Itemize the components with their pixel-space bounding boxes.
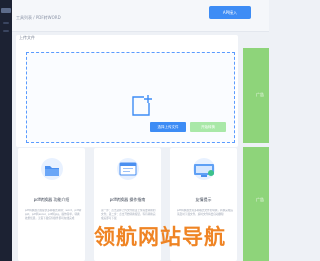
card-title: pdf转换器 功能介绍 <box>33 197 70 202</box>
sidebar-item[interactable] <box>3 30 9 32</box>
ad-banner-bottom[interactable]: 广告 <box>243 147 269 261</box>
ad-label: 广告 <box>256 197 264 202</box>
start-convert-button[interactable]: 开始转换 <box>190 122 226 132</box>
upload-title: 上传文件 <box>19 35 35 40</box>
sidebar-item[interactable] <box>3 22 9 24</box>
ad-label: 广告 <box>256 92 264 97</box>
feature-intro-card: pdf转换器 功能介绍 pdf转换器为您提供多种格式转换：word、pdf转pp… <box>18 148 85 261</box>
breadcrumb: 工具列表 / PDF转WORD <box>16 15 61 20</box>
card-title: 友情提示 <box>195 197 212 202</box>
site-watermark: 领航网站导航 <box>94 225 226 249</box>
logo <box>1 8 11 13</box>
browser-window-icon <box>117 158 139 180</box>
api-access-button[interactable]: API接入 <box>209 6 251 19</box>
card-title: pdf转换器 操作指南 <box>109 197 146 202</box>
add-file-icon <box>132 95 152 116</box>
header: 工具列表 / PDF转WORD API接入 <box>12 0 269 32</box>
folder-icon <box>41 158 63 180</box>
ad-banner-top[interactable]: 广告 <box>243 48 269 143</box>
sidebar <box>0 0 12 261</box>
choose-file-button[interactable]: 选择上传文件 <box>150 122 186 132</box>
monitor-icon <box>193 158 215 180</box>
card-description: pdf转换器为您提供多种格式转换：word、pdf转ppt、pdf转excel、… <box>25 209 82 221</box>
